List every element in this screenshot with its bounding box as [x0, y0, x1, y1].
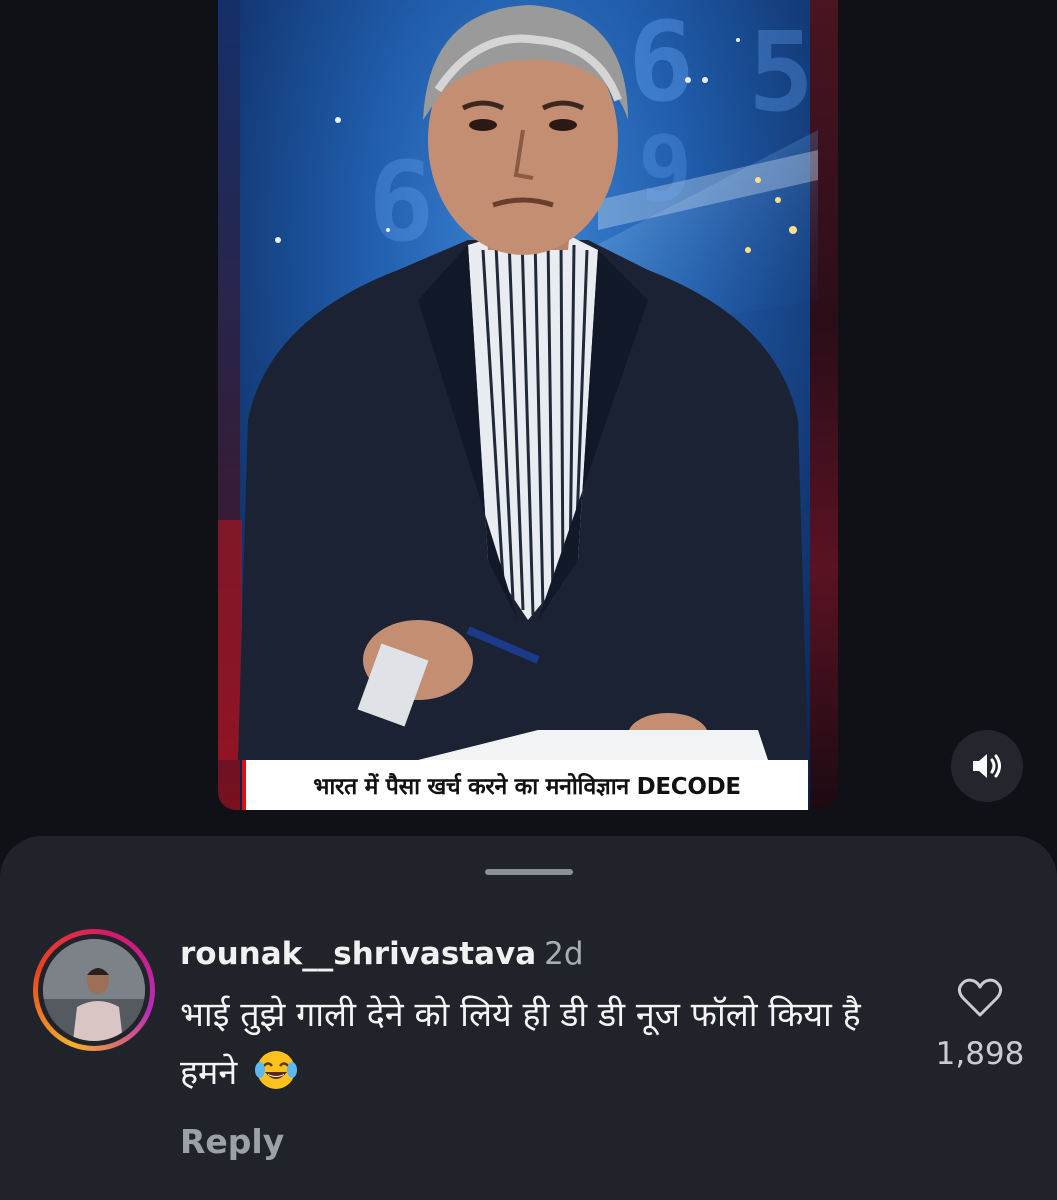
video-player[interactable]: 6 5 6 9: [218, 0, 838, 810]
news-caption-bar: भारत में पैसा खर्च करने का मनोविज्ञान DE…: [242, 760, 808, 810]
sheet-drag-handle[interactable]: [485, 869, 573, 875]
comment-body: भाई तुझे गाली देने को लिये ही डी डी नूज …: [180, 986, 920, 1102]
like-count: 1,898: [935, 1036, 1025, 1072]
laughing-tears-emoji-icon: [255, 1051, 298, 1089]
presenter-figure: [238, 5, 808, 760]
speaker-sound-icon: [973, 754, 1001, 778]
mute-toggle-button[interactable]: [951, 730, 1023, 802]
avatar: [43, 939, 145, 1041]
heart-outline-icon[interactable]: [957, 976, 1003, 1018]
news-caption-text: भारत में पैसा खर्च करने का मनोविज्ञान DE…: [313, 774, 741, 800]
avatar-story-ring[interactable]: [33, 929, 155, 1051]
avatar-ring-gap: [38, 934, 150, 1046]
reel-comment-screen: 6 5 6 9 भारत में पैसा खर्च करने का मनोवि…: [0, 0, 1057, 1200]
reply-button[interactable]: Reply: [180, 1122, 284, 1161]
avatar-photo: [43, 939, 145, 1041]
comment-author[interactable]: rounak__shrivastava 2d: [180, 936, 584, 972]
comment-sheet: rounak__shrivastava 2d भाई तुझे गाली देने…: [0, 836, 1057, 1200]
comment-timestamp: 2d: [544, 936, 584, 972]
comment-username[interactable]: rounak__shrivastava: [180, 936, 536, 972]
